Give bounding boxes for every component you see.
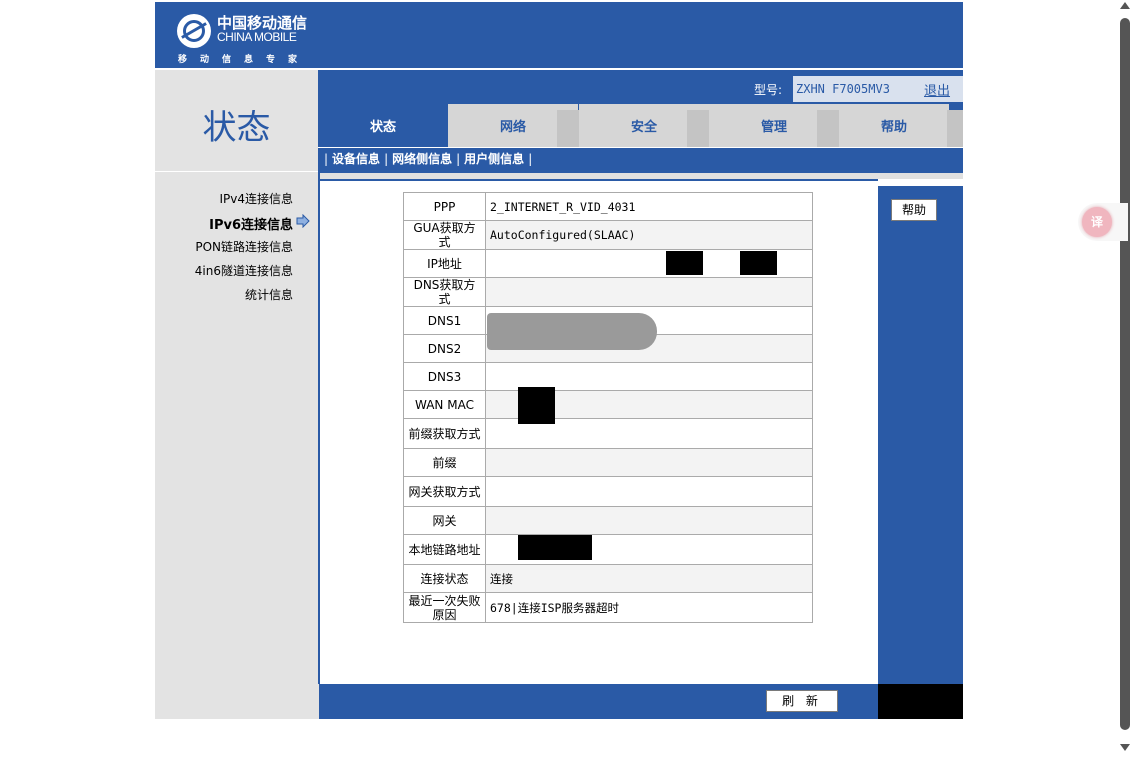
- row-value: [485, 448, 813, 477]
- table-row: DNS3: [403, 362, 813, 391]
- help-button[interactable]: 帮助: [891, 199, 937, 221]
- tab-status[interactable]: 状态: [318, 104, 448, 147]
- subnav-separator: |: [456, 152, 461, 166]
- footer-right: [878, 684, 963, 719]
- row-value: 678|连接ISP服务器超时: [485, 592, 813, 623]
- subnav-separator: |: [324, 152, 329, 166]
- subnav-network-side-info[interactable]: 网络侧信息: [392, 148, 452, 170]
- sidebar-item-statistics[interactable]: 统计信息: [245, 286, 293, 303]
- row-value: [485, 277, 813, 307]
- table-row: 连接状态 连接: [403, 564, 813, 593]
- redaction-mask: [666, 251, 703, 275]
- page-title-panel: 状态: [155, 70, 318, 171]
- row-key: 连接状态: [403, 564, 486, 593]
- subnav-user-side-info[interactable]: 用户侧信息: [464, 148, 524, 170]
- row-key: PPP: [403, 192, 486, 221]
- arrow-right-icon: [296, 214, 310, 228]
- tab-divider: [687, 110, 709, 147]
- footer-left: [155, 684, 319, 719]
- row-key: WAN MAC: [403, 390, 486, 419]
- row-key: 最近一次失败原因: [403, 592, 486, 623]
- sidebar-item-ipv4[interactable]: IPv4连接信息: [219, 190, 293, 207]
- subnav-separator: |: [528, 152, 533, 166]
- row-value: [485, 506, 813, 535]
- redaction-mask: [518, 535, 592, 560]
- model-bar: 型号: ZXHN F7005MV3 退出: [318, 70, 963, 104]
- row-value: 连接: [485, 564, 813, 593]
- row-key: DNS1: [403, 306, 486, 335]
- scrollbar-thumb[interactable]: [1120, 18, 1130, 730]
- scroll-up-icon[interactable]: [1120, 2, 1130, 9]
- right-panel: [878, 186, 963, 684]
- china-mobile-logo: 中国移动通信 CHINA MOBILE 移动信息专家: [177, 12, 317, 65]
- row-key: IP地址: [403, 249, 486, 278]
- tab-divider: [947, 110, 963, 147]
- row-value: AutoConfigured(SLAAC): [485, 220, 813, 250]
- row-key: DNS3: [403, 362, 486, 391]
- sidebar-item-4in6[interactable]: 4in6隧道连接信息: [195, 262, 293, 279]
- table-row: 前缀获取方式: [403, 418, 813, 449]
- table-row: PPP 2_INTERNET_R_VID_4031: [403, 192, 813, 221]
- row-key: DNS2: [403, 334, 486, 363]
- sub-navigation: | 设备信息 | 网络侧信息 | 用户侧信息 |: [318, 148, 963, 171]
- redaction-mask: [740, 251, 777, 275]
- brand-tagline: 移动信息专家: [178, 55, 311, 65]
- blurred-region: [487, 313, 657, 350]
- header-banner: 中国移动通信 CHINA MOBILE 移动信息专家: [155, 2, 963, 68]
- sidebar-item-ipv6[interactable]: IPv6连接信息: [209, 214, 293, 233]
- row-value: [485, 476, 813, 507]
- model-value: ZXHN F7005MV3: [793, 76, 896, 102]
- table-row: 前缀: [403, 448, 813, 477]
- tab-divider: [557, 110, 579, 147]
- row-value: 2_INTERNET_R_VID_4031: [485, 192, 813, 221]
- table-row: 最近一次失败原因 678|连接ISP服务器超时: [403, 592, 813, 623]
- logout-link[interactable]: 退出: [924, 80, 951, 99]
- refresh-button[interactable]: 刷 新: [766, 690, 838, 712]
- china-mobile-logo-icon: [177, 14, 211, 48]
- row-key: 网关: [403, 506, 486, 535]
- row-key: 本地链路地址: [403, 534, 486, 565]
- table-row: WAN MAC: [403, 390, 813, 419]
- table-row: DNS获取方式: [403, 277, 813, 307]
- sidebar: IPv4连接信息 IPv6连接信息 PON链路连接信息 4in6隧道连接信息 统…: [155, 172, 318, 684]
- subnav-separator: |: [384, 152, 389, 166]
- subnav-device-info[interactable]: 设备信息: [332, 148, 380, 170]
- tab-help[interactable]: 帮助: [839, 104, 949, 147]
- brand-name-en: CHINA MOBILE: [217, 30, 297, 44]
- row-key: 前缀获取方式: [403, 418, 486, 449]
- translate-icon[interactable]: 译: [1082, 207, 1112, 237]
- right-panel-top: [878, 179, 963, 186]
- row-key: DNS获取方式: [403, 277, 486, 307]
- main-tabs: 状态 网络 安全 管理 帮助: [318, 104, 963, 147]
- scroll-down-icon[interactable]: [1120, 744, 1130, 751]
- table-row: 本地链路地址: [403, 534, 813, 565]
- table-row: 网关: [403, 506, 813, 535]
- table-row: 网关获取方式: [403, 476, 813, 507]
- table-row: GUA获取方式 AutoConfigured(SLAAC): [403, 220, 813, 250]
- redaction-mask: [518, 387, 555, 424]
- row-key: 网关获取方式: [403, 476, 486, 507]
- page-title: 状态: [202, 108, 271, 148]
- model-label: 型号:: [754, 83, 783, 97]
- sidebar-item-pon[interactable]: PON链路连接信息: [195, 238, 293, 255]
- row-key: GUA获取方式: [403, 220, 486, 250]
- tab-divider: [817, 110, 839, 147]
- row-key: 前缀: [403, 448, 486, 477]
